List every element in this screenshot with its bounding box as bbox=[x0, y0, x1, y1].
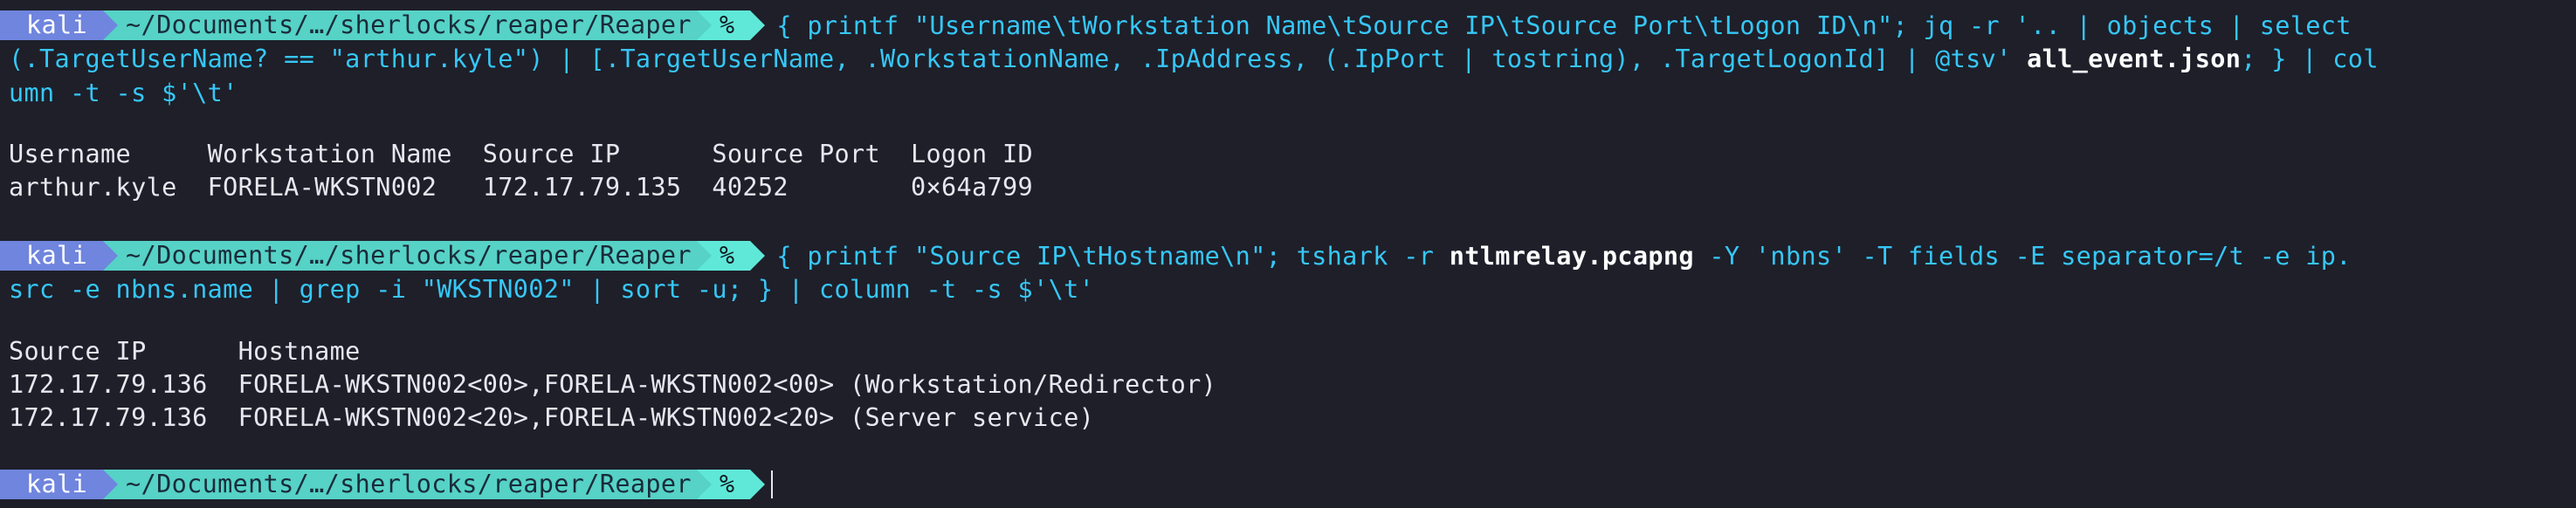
prompt-user-segment: kali bbox=[0, 470, 119, 499]
prompt-path: ~/Documents/…/sherlocks/reaper/Reaper bbox=[126, 10, 692, 39]
command-text: src -e nbns.name | grep -i "WKSTN002" | … bbox=[9, 275, 1095, 304]
text-cursor[interactable] bbox=[771, 470, 774, 498]
output-table-row: 172.17.79.136 FORELA-WKSTN002<00>,FORELA… bbox=[9, 370, 1217, 399]
powerline-arrow-icon bbox=[750, 470, 766, 499]
prompt-path-segment: ~/Documents/…/sherlocks/reaper/Reaper bbox=[103, 470, 712, 499]
powerline-arrow-icon bbox=[696, 10, 712, 40]
prompt-symbol: % bbox=[719, 10, 735, 39]
powerline-arrow-icon bbox=[103, 470, 119, 499]
powerline-arrow-icon bbox=[750, 241, 766, 271]
terminal-window[interactable]: kali ~/Documents/…/sherlocks/reaper/Reap… bbox=[0, 0, 2576, 508]
command-continuation: src -e nbns.name | grep -i "WKSTN002" | … bbox=[9, 273, 1094, 306]
powerline-arrow-icon bbox=[103, 241, 119, 271]
output-table-row: arthur.kyle FORELA-WKSTN002 172.17.79.13… bbox=[9, 173, 1034, 202]
prompt-user: kali bbox=[26, 241, 88, 270]
command-text: (.TargetUserName? == "arthur.kyle") | [.… bbox=[9, 45, 2028, 73]
shell-prompt-2: kali ~/Documents/…/sherlocks/reaper/Reap… bbox=[0, 239, 2352, 272]
prompt-symbol: % bbox=[719, 470, 735, 498]
prompt-user: kali bbox=[26, 470, 88, 498]
command-continuation: umn -t -s $'\t' bbox=[9, 77, 238, 110]
output-table-header: Source IP Hostname bbox=[9, 337, 361, 366]
output-table-row: 172.17.79.136 FORELA-WKSTN002<20>,FORELA… bbox=[9, 403, 1095, 432]
powerline-arrow-icon bbox=[696, 241, 712, 271]
command-text: -Y 'nbns' -T fields -E separator=/t -e i… bbox=[1693, 241, 2352, 271]
command-text: { printf "Source IP\tHostname\n"; tshark… bbox=[776, 241, 1450, 271]
shell-prompt-3[interactable]: kali ~/Documents/…/sherlocks/reaper/Reap… bbox=[0, 468, 774, 501]
prompt-path-segment: ~/Documents/…/sherlocks/reaper/Reaper bbox=[103, 10, 712, 40]
powerline-arrow-icon bbox=[750, 10, 766, 40]
command-text: ; } | col bbox=[2241, 45, 2379, 73]
prompt-symbol: % bbox=[719, 241, 735, 270]
command-file-arg: ntlmrelay.pcapng bbox=[1449, 241, 1694, 271]
prompt-user-segment: kali bbox=[0, 241, 119, 271]
command-continuation: (.TargetUserName? == "arthur.kyle") | [.… bbox=[9, 43, 2379, 76]
command-file-arg: all_event.json bbox=[2027, 45, 2242, 73]
powerline-arrow-icon bbox=[103, 10, 119, 40]
powerline-arrow-icon bbox=[696, 470, 712, 499]
command-text: umn -t -s $'\t' bbox=[9, 79, 238, 107]
prompt-user-segment: kali bbox=[0, 10, 119, 40]
shell-prompt-1: kali ~/Documents/…/sherlocks/reaper/Reap… bbox=[0, 9, 2352, 42]
prompt-path: ~/Documents/…/sherlocks/reaper/Reaper bbox=[126, 241, 692, 270]
command-line: { printf "Source IP\tHostname\n"; tshark… bbox=[776, 242, 2351, 271]
command-text: { printf "Username\tWorkstation Name\tSo… bbox=[776, 10, 2352, 40]
prompt-path-segment: ~/Documents/…/sherlocks/reaper/Reaper bbox=[103, 241, 712, 271]
prompt-path: ~/Documents/…/sherlocks/reaper/Reaper bbox=[126, 470, 692, 498]
prompt-user: kali bbox=[26, 10, 88, 39]
output-table-header: Username Workstation Name Source IP Sour… bbox=[9, 140, 1034, 168]
